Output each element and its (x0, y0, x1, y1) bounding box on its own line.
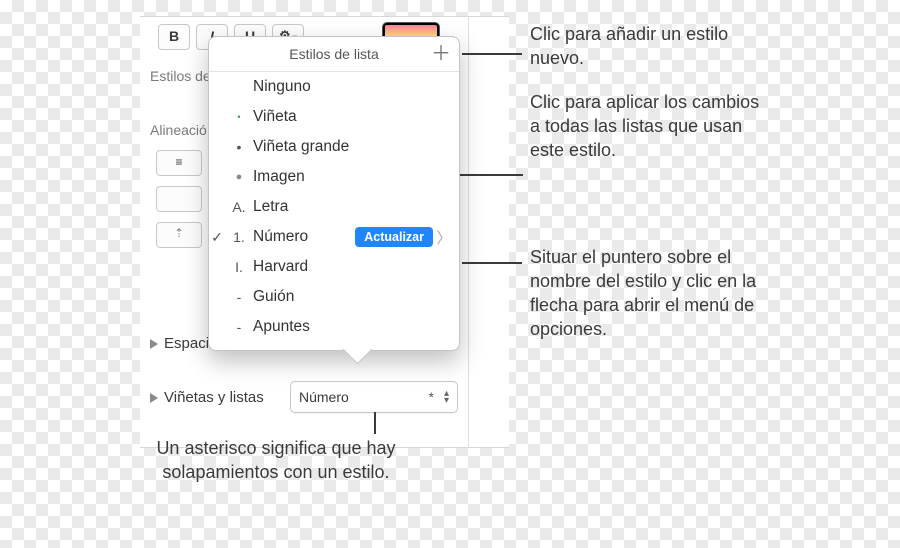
list-style-bullet-preview: ● (225, 171, 253, 183)
add-list-style-button[interactable]: ＋ (431, 37, 451, 71)
list-style-item-3[interactable]: ●Imagen (209, 162, 459, 192)
list-style-bullet-preview: 1. (225, 229, 253, 245)
alignment-label: Alineació (150, 122, 207, 138)
list-style-item-7[interactable]: -Guión (209, 282, 459, 312)
spacing-disclosure[interactable]: Espaci (150, 335, 209, 352)
list-style-item-label: Harvard (253, 258, 459, 276)
list-style-bullet-preview: • (225, 139, 253, 155)
list-style-bullet-preview: I. (225, 259, 253, 275)
list-style-bullet-preview: - (225, 289, 253, 305)
align-left-button[interactable]: ≡ (156, 150, 202, 176)
list-style-bullet-preview: • (225, 112, 253, 122)
align-left-icon: ≡ (175, 155, 182, 169)
checkmark-icon: ✓ (207, 229, 227, 246)
list-style-item-8[interactable]: -Apuntes (209, 312, 459, 342)
list-style-item-label: Viñeta grande (253, 138, 459, 156)
list-style-item-6[interactable]: I.Harvard (209, 252, 459, 282)
list-style-item-label: Guión (253, 288, 459, 306)
bold-button[interactable]: B (158, 24, 190, 50)
list-style-item-0[interactable]: Ninguno (209, 72, 459, 102)
list-style-item-1[interactable]: •Viñeta (209, 102, 459, 132)
callout-add-style: Clic para añadir un estilo nuevo. (530, 22, 760, 70)
list-style-item-4[interactable]: A.Letra (209, 192, 459, 222)
list-style-item-label: Apuntes (253, 318, 459, 336)
update-style-button[interactable]: Actualizar (355, 227, 433, 247)
list-style-bullet-preview: A. (225, 199, 253, 215)
style-options-arrow-icon[interactable]: 〉 (435, 227, 459, 248)
list-style-item-2[interactable]: •Viñeta grande (209, 132, 459, 162)
align-segment-placeholder[interactable] (156, 186, 202, 212)
list-style-item-label: Letra (253, 198, 459, 216)
character-styles-label: Estilos de (150, 68, 211, 84)
callout-line (462, 262, 522, 264)
list-style-item-5[interactable]: ✓1.NúmeroActualizar〉 (209, 222, 459, 252)
callout-options-arrow: Situar el puntero sobre el nombre del es… (530, 245, 790, 341)
list-style-item-label: Viñeta (253, 108, 459, 126)
spacing-disclosure-label: Espaci (164, 335, 209, 352)
bullets-lists-disclosure[interactable]: Viñetas y listas (150, 389, 264, 406)
list-style-item-label: Ninguno (253, 78, 459, 96)
vertical-align-top-button[interactable]: ⇡ (156, 222, 202, 248)
popover-title-text: Estilos de lista (289, 46, 378, 62)
callout-update-style: Clic para aplicar los cambios a todas la… (530, 90, 760, 162)
stepper-chevrons-icon: ▴▾ (444, 390, 449, 404)
callout-asterisk: Un asterisco significa que hay solapamie… (156, 436, 396, 484)
list-style-item-label: Imagen (253, 168, 459, 186)
list-style-bullet-preview: - (225, 319, 253, 335)
list-styles-popover: Estilos de lista ＋ Ninguno•Viñeta•Viñeta… (208, 36, 460, 351)
list-style-dropdown-value: Número (299, 389, 429, 405)
callout-line (374, 412, 376, 434)
override-asterisk: * (429, 389, 434, 405)
disclosure-triangle-icon (150, 339, 158, 349)
list-style-item-label: Número (253, 228, 355, 246)
disclosure-triangle-icon (150, 393, 158, 403)
popover-title: Estilos de lista ＋ (209, 37, 459, 72)
bullets-lists-label: Viñetas y listas (164, 389, 264, 406)
align-top-icon: ⇡ (174, 226, 184, 240)
callout-line (462, 53, 522, 55)
document-page-edge (468, 16, 509, 448)
list-style-dropdown[interactable]: Número * ▴▾ (290, 381, 458, 413)
